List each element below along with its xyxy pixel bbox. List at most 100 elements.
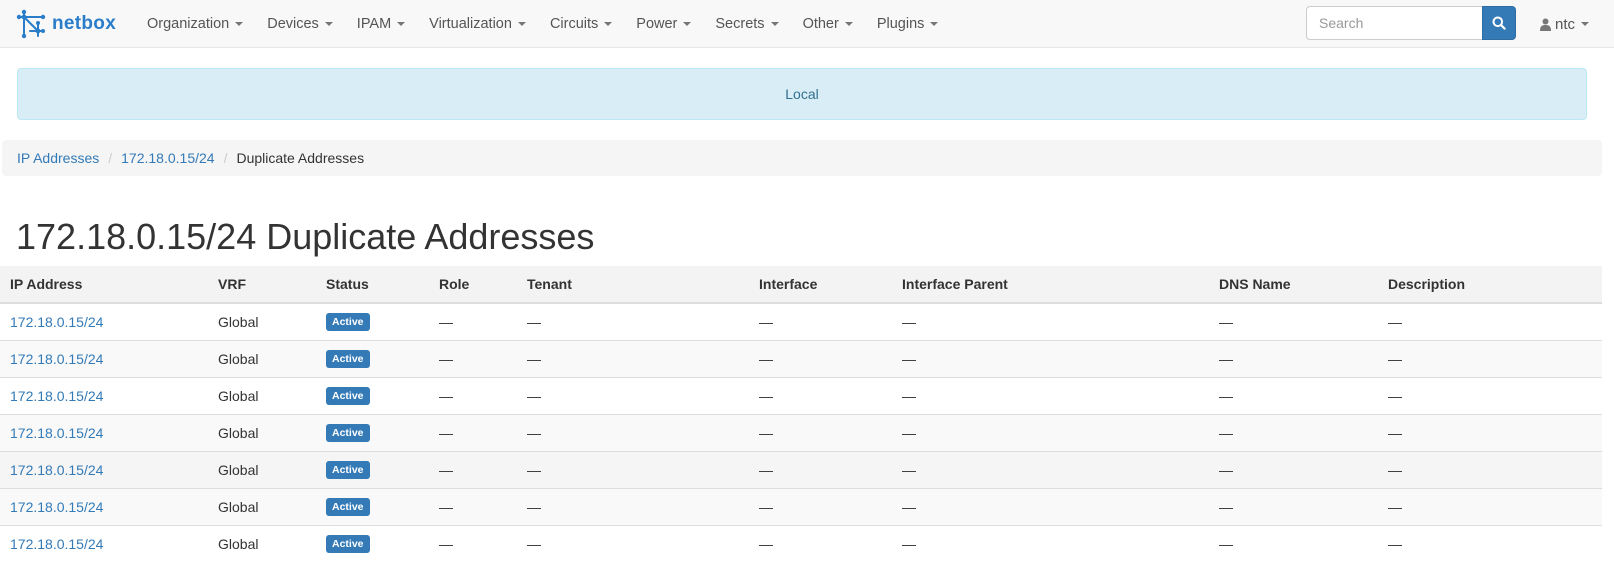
description-cell: —: [1378, 413, 1602, 451]
column-header-interface-parent[interactable]: Interface Parent: [892, 266, 1209, 304]
status-badge: Active: [326, 424, 370, 442]
ip-address-link[interactable]: 172.18.0.15/24: [10, 425, 103, 441]
description-cell: —: [1378, 302, 1602, 340]
ip-address-link[interactable]: 172.18.0.15/24: [10, 314, 103, 330]
role-cell: —: [429, 339, 517, 377]
table-row: 172.18.0.15/24 Global Active — — — — — —: [0, 450, 1602, 488]
table-row: 172.18.0.15/24 Global Active — — — — — —: [0, 302, 1602, 340]
status-cell: Active: [316, 524, 429, 562]
menu-virtualization[interactable]: Virtualization: [417, 0, 538, 48]
menu-plugins[interactable]: Plugins: [865, 0, 951, 48]
interface-parent-cell: —: [892, 450, 1209, 488]
interface-parent-cell: —: [892, 339, 1209, 377]
status-cell: Active: [316, 413, 429, 451]
menu-circuits[interactable]: Circuits: [538, 0, 624, 48]
search-button[interactable]: [1482, 6, 1516, 40]
caret-down-icon: [844, 22, 853, 26]
caret-down-icon: [517, 22, 526, 26]
caret-down-icon: [770, 22, 779, 26]
search-input[interactable]: [1306, 6, 1482, 40]
vrf-cell: Global: [208, 450, 316, 488]
menu-label: Plugins: [876, 16, 925, 32]
tenant-cell: —: [517, 302, 749, 340]
status-cell: Active: [316, 450, 429, 488]
role-cell: —: [429, 450, 517, 488]
ip-address-link[interactable]: 172.18.0.15/24: [10, 351, 103, 367]
column-header-ip-address[interactable]: IP Address: [0, 266, 208, 304]
status-cell: Active: [316, 487, 429, 525]
interface-cell: —: [749, 413, 892, 451]
ip-address-link[interactable]: 172.18.0.15/24: [10, 388, 103, 404]
dns-name-cell: —: [1209, 413, 1378, 451]
interface-parent-cell: —: [892, 302, 1209, 340]
interface-parent-cell: —: [892, 487, 1209, 525]
role-cell: —: [429, 524, 517, 562]
breadcrumb-separator: /: [108, 150, 113, 166]
dns-name-cell: —: [1209, 450, 1378, 488]
dns-name-cell: —: [1209, 376, 1378, 414]
ip-address-cell: 172.18.0.15/24: [0, 302, 208, 340]
caret-down-icon: [397, 22, 406, 26]
tenant-cell: —: [517, 339, 749, 377]
ip-address-cell: 172.18.0.15/24: [0, 413, 208, 451]
column-header-description[interactable]: Description: [1378, 266, 1602, 304]
menu-power[interactable]: Power: [624, 0, 703, 48]
ip-address-cell: 172.18.0.15/24: [0, 376, 208, 414]
vrf-cell: Global: [208, 339, 316, 377]
ip-address-cell: 172.18.0.15/24: [0, 450, 208, 488]
menu-label: Secrets: [715, 16, 765, 32]
netbox-logo-icon: [16, 9, 46, 39]
column-header-tenant[interactable]: Tenant: [517, 266, 749, 304]
status-badge: Active: [326, 313, 370, 332]
column-header-role[interactable]: Role: [429, 266, 517, 304]
status-badge: Active: [326, 387, 370, 405]
menu-ipam[interactable]: IPAM: [345, 0, 417, 48]
status-cell: Active: [316, 376, 429, 414]
breadcrumb-prefix-link[interactable]: 172.18.0.15/24: [121, 150, 214, 166]
tenant-cell: —: [517, 524, 749, 562]
role-cell: —: [429, 376, 517, 414]
interface-parent-cell: —: [892, 376, 1209, 414]
menu-devices[interactable]: Devices: [255, 0, 345, 48]
caret-down-icon: [235, 22, 244, 26]
caret-down-icon: [683, 22, 692, 26]
menu-organization[interactable]: Organization: [135, 0, 255, 48]
menu-secrets[interactable]: Secrets: [703, 0, 790, 48]
vrf-cell: Global: [208, 524, 316, 562]
menu-label: Power: [636, 16, 678, 32]
ip-address-cell: 172.18.0.15/24: [0, 524, 208, 562]
ip-address-cell: 172.18.0.15/24: [0, 339, 208, 377]
ip-address-link[interactable]: 172.18.0.15/24: [10, 536, 103, 552]
breadcrumb-ip-addresses-link[interactable]: IP Addresses: [17, 150, 99, 166]
status-badge: Active: [326, 498, 370, 516]
ip-address-link[interactable]: 172.18.0.15/24: [10, 499, 103, 515]
tenant-cell: —: [517, 450, 749, 488]
interface-cell: —: [749, 524, 892, 562]
user-menu[interactable]: ntc: [1540, 0, 1590, 48]
column-header-interface[interactable]: Interface: [749, 266, 892, 304]
description-cell: —: [1378, 339, 1602, 377]
search-icon: [1492, 16, 1506, 30]
caret-down-icon: [930, 22, 939, 26]
table-header-row: IP Address VRF Status Role Tenant Interf…: [0, 266, 1602, 304]
duplicate-addresses-table: IP Address VRF Status Role Tenant Interf…: [0, 266, 1602, 562]
search-form: [1306, 6, 1516, 40]
tenant-cell: —: [517, 376, 749, 414]
dns-name-cell: —: [1209, 487, 1378, 525]
caret-down-icon: [1581, 22, 1590, 26]
vrf-cell: Global: [208, 376, 316, 414]
status-cell: Active: [316, 339, 429, 377]
column-header-vrf[interactable]: VRF: [208, 266, 316, 304]
caret-down-icon: [604, 22, 613, 26]
ip-address-link[interactable]: 172.18.0.15/24: [10, 462, 103, 478]
menu-label: Devices: [267, 16, 319, 32]
interface-cell: —: [749, 376, 892, 414]
breadcrumb-separator: /: [223, 150, 228, 166]
menu-other[interactable]: Other: [791, 0, 865, 48]
vrf-cell: Global: [208, 302, 316, 340]
column-header-status[interactable]: Status: [316, 266, 429, 304]
table-row: 172.18.0.15/24 Global Active — — — — — —: [0, 376, 1602, 414]
brand-logo-link[interactable]: netbox: [16, 8, 116, 40]
column-header-dns-name[interactable]: DNS Name: [1209, 266, 1378, 304]
breadcrumb: IP Addresses / 172.18.0.15/24 / Duplicat…: [2, 140, 1602, 176]
